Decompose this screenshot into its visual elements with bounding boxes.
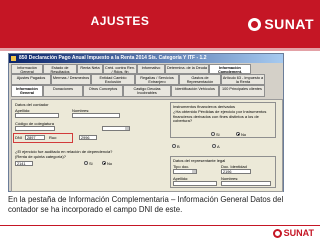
footer-sunat-logo: SUNAT: [272, 228, 314, 238]
doc-identidad-field[interactable]: 2196: [221, 169, 251, 174]
codigo-colegiatura-field[interactable]: [15, 126, 55, 131]
footer-divider: [0, 225, 320, 226]
subtab-regalias[interactable]: Regalías / Servicios Extranjero: [135, 74, 179, 85]
window-titlebar: 850 Declaración Pago Anual Impuesto a la…: [9, 54, 283, 63]
sunat-logo: SUNAT: [248, 13, 314, 35]
subtab-100-clientes[interactable]: 100 Principales clientes: [219, 85, 265, 97]
tab-strip: Información General Estado de Resultados…: [9, 63, 283, 97]
instrumentos-si-label: Si: [216, 132, 220, 137]
rep-nombres-field[interactable]: [221, 181, 271, 186]
dependencia-question: ¿El ejercicio fue auditado en relación d…: [15, 149, 113, 159]
dependencia-si-radio[interactable]: [84, 161, 88, 165]
option-a-radio[interactable]: [212, 144, 216, 148]
subtab-gastos-representacion[interactable]: Gastos de Representación: [179, 74, 221, 85]
dependencia-no-label: No: [107, 161, 113, 166]
ruc-field[interactable]: 2996: [79, 135, 97, 140]
header-divider: [0, 48, 320, 51]
footer-logo-text: SUNAT: [283, 228, 314, 238]
subtab-mermas-desmedros[interactable]: Mermas / Desmedros: [51, 74, 91, 85]
application-window: 850 Declaración Pago Anual Impuesto a la…: [8, 53, 284, 192]
form-panel: Datos del contador Apellido: Nombres: Có…: [11, 99, 283, 192]
option-b-radio[interactable]: [172, 144, 176, 148]
tab-informacion-general[interactable]: Información General: [11, 64, 43, 74]
instrumentos-si-radio[interactable]: [211, 132, 215, 136]
option-a-label: A: [217, 144, 220, 149]
tab-estado-resultados[interactable]: Estado de Resultados: [43, 64, 77, 74]
rep-apellido-field[interactable]: [173, 181, 217, 186]
subtab-entidad-cambio[interactable]: Entidad Cambio Exclusión: [91, 74, 135, 85]
dependencia-code[interactable]: 2141: [15, 161, 33, 166]
dni-label: DNI: [15, 135, 22, 140]
subtab-identificacion-vehiculos[interactable]: Identificación Vehículos: [171, 85, 219, 97]
contador-section-label: Datos del contador: [15, 102, 49, 107]
instrumentos-no-radio[interactable]: [236, 132, 240, 136]
nombres-field[interactable]: [72, 113, 120, 118]
tab-informacion-complementaria[interactable]: Información Complement.: [209, 64, 251, 74]
instrumentos-group: Instrumentos financieros derivados ¿Ha o…: [170, 102, 276, 138]
sunat-logo-text: SUNAT: [264, 16, 314, 32]
representante-title: Datos del representante legal: [173, 158, 226, 163]
tab-determinacion-deuda[interactable]: Determina. de la Deuda: [165, 64, 209, 74]
instrumentos-question: ¿Ha obtenido Pérdidas de ejercicio por I…: [173, 109, 267, 123]
window-title: 850 Declaración Pago Anual Impuesto a la…: [19, 55, 207, 61]
subtab-donaciones[interactable]: Donaciones: [43, 85, 83, 97]
slide-caption: En la pestaña de Información Complementa…: [8, 195, 284, 214]
instrumentos-no-label: No: [241, 132, 247, 137]
tab-informativo[interactable]: Informativo: [137, 64, 165, 74]
footer-logo-icon: [272, 228, 282, 238]
slide-title: AJUSTES: [90, 14, 150, 28]
tipo-doc-select[interactable]: [173, 169, 197, 174]
dni-field[interactable]: 2897: [25, 135, 45, 140]
tab-renta-neta[interactable]: Renta Neta: [77, 64, 103, 74]
colegio-select[interactable]: [102, 126, 130, 131]
subtab-informacion-general[interactable]: Información General: [11, 85, 43, 97]
ruc-label: Ruc:: [49, 135, 58, 140]
app-icon: [11, 56, 16, 61]
subtab-castigo-deudas[interactable]: Castigo Deudas Incobrables: [123, 85, 171, 97]
dependencia-si-label: Si: [89, 161, 93, 166]
subtab-ajustes-pagados[interactable]: Ajustes Pagados: [11, 74, 51, 85]
slide-header: AJUSTES SUNAT: [0, 0, 320, 48]
option-b-label: B: [177, 144, 180, 149]
subtab-otros-conceptos[interactable]: Otros Conceptos: [83, 85, 123, 97]
dependencia-no-radio[interactable]: [102, 161, 106, 165]
subtab-articulo-63[interactable]: Artículo 63 - Impuesto a la Renta: [221, 74, 265, 85]
tab-creditos[interactable]: Créd. contra Ren. / Rdos. fin: [103, 64, 137, 74]
sunat-logo-icon: [248, 17, 262, 31]
apellido-field[interactable]: [15, 113, 59, 118]
representante-group: Datos del representante legal Tipo doc. …: [170, 156, 276, 188]
